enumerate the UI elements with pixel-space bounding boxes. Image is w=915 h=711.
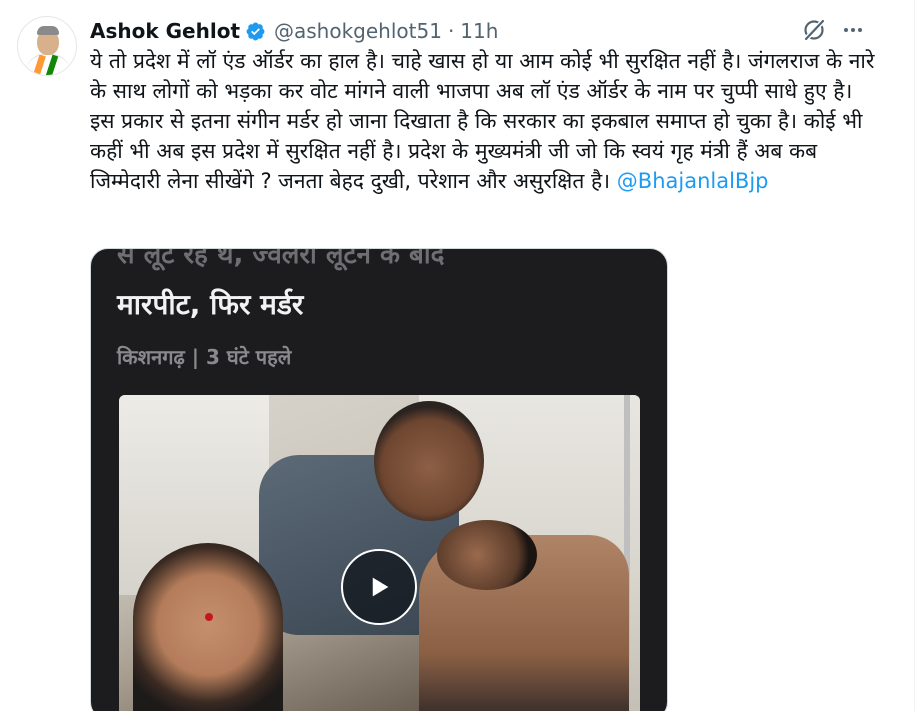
more-icon[interactable]: [840, 20, 866, 40]
photo-person-head: [374, 401, 484, 521]
tweet-timestamp[interactable]: 11h: [460, 19, 498, 43]
author-name[interactable]: Ashok Gehlot: [90, 19, 240, 43]
play-icon: [372, 577, 389, 597]
video-media[interactable]: से लूट रहे थे, ज्वेलरी लूटने के बाद मारप…: [90, 248, 668, 711]
mention-link[interactable]: @BhajanlalBjp: [617, 169, 769, 193]
more-dot: [858, 28, 862, 32]
media-top-cut-text: से लूट रहे थे, ज्वेलरी लूटने के बाद: [117, 248, 445, 270]
media-meta: किशनगढ़ | 3 घंटे पहले: [117, 345, 292, 369]
tweet-card[interactable]: Ashok Gehlot @ashokgehlot51 · 11h ये तो …: [0, 0, 915, 711]
avatar-hair: [37, 26, 59, 35]
author-handle[interactable]: @ashokgehlot51: [274, 19, 442, 43]
header-separator: ·: [447, 19, 455, 43]
tweet-header: Ashok Gehlot @ashokgehlot51 · 11h: [90, 17, 498, 45]
verified-badge-icon[interactable]: [245, 21, 266, 42]
more-dot: [844, 28, 848, 32]
photo-victim-head: [437, 520, 537, 590]
grok-icon[interactable]: [801, 17, 827, 43]
tweet-text: ये तो प्रदेश में लॉ एंड ऑर्डर का हाल है।…: [90, 46, 880, 196]
photo-woman-bindi: [205, 613, 213, 621]
more-dot: [851, 28, 855, 32]
photo-woman-inset: [133, 543, 283, 711]
play-button[interactable]: [341, 549, 417, 625]
author-avatar[interactable]: [17, 16, 77, 76]
media-headline: मारपीट, फिर मर्डर: [117, 288, 304, 321]
